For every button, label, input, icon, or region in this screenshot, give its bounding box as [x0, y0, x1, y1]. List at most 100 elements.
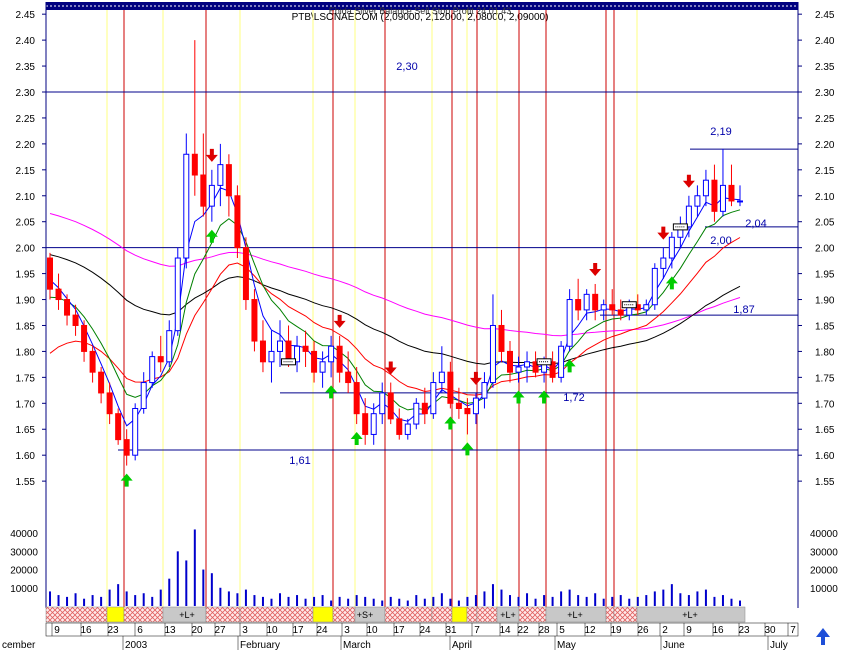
- candle-down: [200, 174, 207, 207]
- candle-up: [694, 195, 701, 207]
- candle-up: [566, 299, 573, 347]
- volume-bar: [261, 596, 264, 606]
- candle-down: [387, 392, 394, 420]
- candle-up: [174, 257, 181, 332]
- volume-bar: [670, 584, 673, 606]
- candle-down: [191, 153, 198, 176]
- date-label: 3: [242, 625, 248, 636]
- candle-down: [396, 418, 403, 435]
- volume-bar: [176, 551, 179, 606]
- date-label: 24: [316, 625, 328, 636]
- sell-arrow-icon: [682, 174, 695, 188]
- candle-down: [242, 247, 249, 301]
- price-tick-right: 2.15: [815, 166, 835, 177]
- volume-bar: [193, 529, 196, 606]
- volume-bar: [142, 593, 145, 606]
- price-tick-right: 2.25: [815, 114, 835, 125]
- volume-bar: [457, 600, 460, 606]
- candle-down: [302, 345, 309, 352]
- candle-up: [737, 200, 743, 203]
- volume-bar: [338, 596, 341, 606]
- candle-up: [404, 423, 411, 435]
- volume-bar: [219, 587, 222, 606]
- volume-bar: [227, 591, 230, 606]
- volume-bar: [381, 600, 384, 606]
- level-label: 1,87: [733, 304, 754, 316]
- volume-bar: [594, 593, 597, 606]
- volume-bar: [526, 593, 529, 606]
- candle-up: [489, 324, 496, 384]
- sell-arrow-icon: [469, 371, 482, 385]
- price-tick-left: 1.60: [16, 451, 36, 462]
- volume-bar: [645, 595, 648, 606]
- price-tick-right: 1.90: [815, 296, 835, 307]
- candle-down: [98, 371, 105, 394]
- exit-marker-icon: [621, 301, 637, 309]
- volume-bar: [628, 598, 631, 606]
- signal-segment: [613, 606, 638, 623]
- volume-bar: [253, 595, 256, 606]
- date-label: 9: [686, 625, 692, 636]
- candle-down: [575, 299, 582, 311]
- signal-segment: [466, 606, 478, 623]
- scroll-up-arrow-icon[interactable]: [813, 626, 833, 648]
- buy-arrow-icon: [444, 416, 457, 430]
- candle-down: [123, 439, 130, 456]
- exit-marker-icon: [536, 358, 552, 366]
- exit-marker-icon: [672, 223, 688, 231]
- date-label: 27: [214, 625, 226, 636]
- month-label: March: [343, 640, 371, 651]
- price-tick-left: 1.75: [16, 373, 36, 384]
- price-tick-right: 1.85: [815, 321, 835, 332]
- signal-segment: [45, 606, 108, 623]
- chart-frame: [45, 2, 799, 608]
- date-label: 30: [764, 625, 776, 636]
- volume-bar: [389, 596, 392, 606]
- date-label: 19: [610, 625, 622, 636]
- buy-arrow-icon: [350, 432, 363, 446]
- candle-up: [524, 361, 531, 368]
- date-label: 28: [538, 625, 550, 636]
- volume-bar: [83, 598, 86, 606]
- volume-bar: [466, 596, 469, 606]
- volume-bar: [74, 593, 77, 606]
- level-label: 2,30: [396, 61, 417, 73]
- header-line-2: PTB\LSONAECOM (2,09000, 2,12000, 2,08000…: [292, 12, 549, 23]
- date-label: 13: [164, 625, 176, 636]
- volume-bar: [321, 595, 324, 606]
- sell-arrow-icon: [589, 262, 602, 276]
- volume-bar: [474, 595, 477, 606]
- candle-down: [89, 350, 96, 373]
- volume-bar: [202, 569, 205, 606]
- price-tick-left: 2.00: [16, 244, 36, 255]
- date-label: 23: [738, 625, 750, 636]
- volume-tick-right: 40000: [810, 529, 838, 540]
- volume-bar: [551, 596, 554, 606]
- candle-up: [558, 345, 565, 378]
- volume-bar: [730, 598, 733, 606]
- buy-arrow-icon: [461, 442, 474, 456]
- candle-down: [728, 184, 735, 202]
- volume-bar: [108, 589, 111, 606]
- volume-bar: [364, 596, 367, 606]
- month-label: July: [770, 640, 788, 651]
- signal-segment: [605, 606, 615, 623]
- candle-up: [472, 397, 479, 415]
- signal-segment: [476, 606, 498, 623]
- volume-bar: [287, 596, 290, 606]
- volume-tick-left: 10000: [10, 584, 38, 595]
- price-tick-left: 2.35: [16, 62, 36, 73]
- price-tick-right: 2.10: [815, 192, 835, 203]
- price-tick-right: 2.40: [815, 36, 835, 47]
- volume-bar: [619, 595, 622, 606]
- price-tick-right: 2.00: [815, 244, 835, 255]
- volume-bar: [653, 591, 656, 606]
- price-tick-right: 2.05: [815, 218, 835, 229]
- sell-arrow-icon: [657, 226, 670, 240]
- candle-up: [268, 350, 275, 363]
- price-tick-left: 2.45: [16, 10, 36, 21]
- date-label: 26: [637, 625, 649, 636]
- candle-up: [217, 164, 224, 186]
- candle-up: [166, 330, 173, 363]
- month-label: cember: [2, 640, 36, 651]
